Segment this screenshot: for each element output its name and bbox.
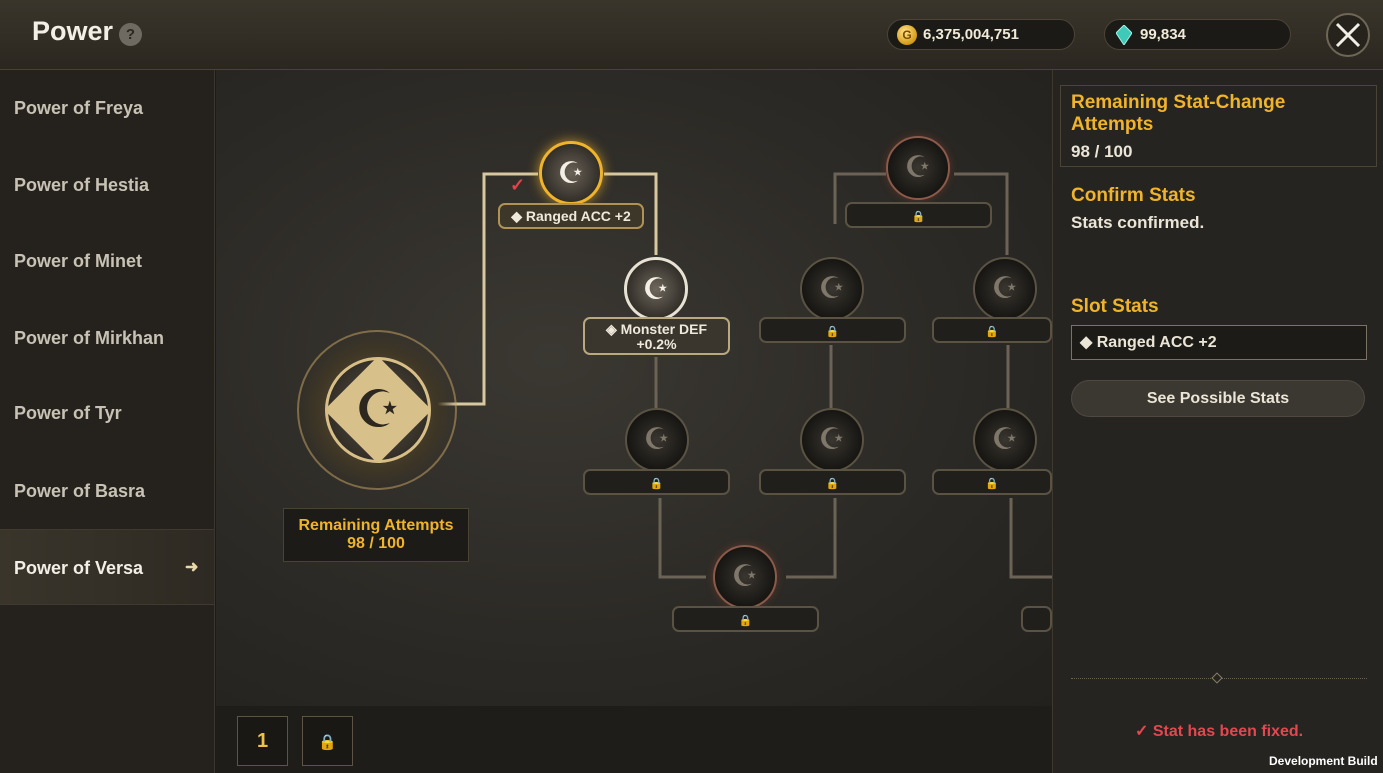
development-build-label: Development Build — [1269, 754, 1378, 768]
stat-node-special-locked[interactable]: ☪ — [713, 545, 777, 609]
gold-currency: G 6,375,004,751 — [887, 19, 1075, 50]
sidebar-item-tyr[interactable]: Power of Tyr — [0, 375, 214, 451]
checkmark-icon: ✓ — [510, 175, 526, 195]
lock-icon: 🔒 — [985, 478, 999, 490]
stat-tag-line2: +0.2% — [636, 336, 677, 352]
gem-currency: 99,834 — [1104, 19, 1291, 50]
stat-node-locked[interactable]: ☪ — [625, 408, 689, 472]
page-tab-locked[interactable]: 🔒 — [302, 716, 353, 766]
stat-change-value: 98 / 100 — [1071, 142, 1133, 161]
lock-icon: 🔒 — [738, 615, 753, 627]
sidebar-item-versa[interactable]: Power of Versa ➜ — [0, 529, 214, 605]
page-tab-1[interactable]: 1 — [237, 716, 288, 766]
crescent-star-icon: ☪ — [991, 423, 1019, 456]
lock-icon: 🔒 — [649, 478, 664, 490]
crescent-star-icon: ☪ — [354, 381, 402, 439]
lock-icon: 🔒 — [825, 326, 840, 338]
gold-amount: 6,375,004,751 — [923, 26, 1019, 43]
close-icon — [1335, 22, 1361, 48]
gem-icon — [1116, 25, 1132, 45]
stat-node-locked[interactable]: ☪ — [973, 257, 1037, 321]
see-possible-stats-button[interactable]: See Possible Stats — [1071, 380, 1365, 417]
stats-panel: Remaining Stat-Change Attempts 98 / 100 … — [1052, 70, 1383, 773]
sidebar-item-freya[interactable]: Power of Freya — [0, 70, 214, 146]
help-icon[interactable]: ? — [119, 23, 142, 46]
remaining-attempts-box: Remaining Attempts 98 / 100 — [283, 508, 469, 562]
sidebar-item-label: Power of Versa — [14, 558, 144, 578]
stat-tag-locked: 🔒 — [759, 469, 906, 495]
remaining-attempts-value: 98 / 100 — [347, 535, 405, 552]
stat-tag-locked: 🔒 — [672, 606, 819, 632]
stat-node-monster-def[interactable]: ☪ — [624, 257, 688, 321]
stat-node-locked[interactable]: ☪ — [800, 257, 864, 321]
lock-icon: 🔒 — [911, 211, 926, 223]
top-bar: Power ? G 6,375,004,751 99,834 — [0, 0, 1383, 70]
stat-tag-locked: 🔒 — [759, 317, 906, 343]
remaining-attempts-label: Remaining Attempts — [298, 517, 454, 534]
stat-tag-locked: 🔒 — [845, 202, 992, 228]
stat-change-title: Remaining Stat-Change Attempts — [1071, 92, 1286, 135]
close-button[interactable] — [1326, 13, 1370, 57]
lock-icon: 🔒 — [825, 478, 840, 490]
stat-node-selected[interactable]: ☪ — [539, 141, 603, 205]
crescent-star-icon: ☪ — [818, 423, 846, 456]
crescent-star-icon: ☪ — [818, 272, 846, 305]
stat-node-locked[interactable]: ☪ — [973, 408, 1037, 472]
stat-tag-partial — [1021, 606, 1052, 632]
sidebar-item-mirkhan[interactable]: Power of Mirkhan — [0, 300, 214, 376]
power-sidebar: Power of Freya Power of Hestia Power of … — [0, 70, 215, 773]
page-title: Power — [32, 16, 114, 46]
divider-ornament — [1211, 672, 1223, 684]
power-tree-area: ☪ Remaining Attempts 98 / 100 ☪ ✓ ◆ Rang… — [216, 70, 1052, 706]
stat-tag-monster-def: ◈ Monster DEF +0.2% — [583, 317, 730, 355]
crescent-star-icon: ☪ — [904, 151, 932, 184]
sidebar-item-hestia[interactable]: Power of Hestia — [0, 147, 214, 223]
stat-tag-line1: ◈ Monster DEF — [606, 321, 707, 337]
sidebar-item-minet[interactable]: Power of Minet — [0, 223, 214, 299]
gem-amount: 99,834 — [1140, 26, 1186, 43]
confirm-stats-text: Stats confirmed. — [1071, 213, 1205, 232]
stat-tag-locked: 🔒 — [583, 469, 730, 495]
page-tab-bar: 1 🔒 — [216, 706, 1052, 773]
sidebar-item-basra[interactable]: Power of Basra — [0, 453, 214, 529]
slot-stat-value: ◆ Ranged ACC +2 — [1071, 325, 1367, 360]
gold-coin-icon: G — [897, 25, 917, 45]
crescent-star-icon: ☪ — [731, 560, 759, 593]
lock-icon: 🔒 — [318, 734, 337, 751]
stat-node-special-locked[interactable]: ☪ — [886, 136, 950, 200]
lock-icon: 🔒 — [985, 326, 999, 338]
crescent-star-icon: ☪ — [643, 423, 671, 456]
confirm-stats-title: Confirm Stats — [1071, 185, 1196, 206]
crescent-star-icon: ☪ — [557, 157, 585, 190]
stat-tag-locked: 🔒 — [932, 317, 1052, 343]
crescent-star-icon: ☪ — [642, 273, 670, 306]
crescent-star-icon: ☪ — [991, 272, 1019, 305]
stat-tag-locked: 🔒 — [932, 469, 1052, 495]
slot-stats-title: Slot Stats — [1071, 296, 1159, 317]
arrow-right-icon: ➜ — [185, 559, 199, 576]
stat-tag-ranged-acc: ◆ Ranged ACC +2 — [498, 203, 644, 229]
stat-fixed-message: ✓ Stat has been fixed. — [1135, 723, 1304, 740]
stat-node-locked[interactable]: ☪ — [800, 408, 864, 472]
